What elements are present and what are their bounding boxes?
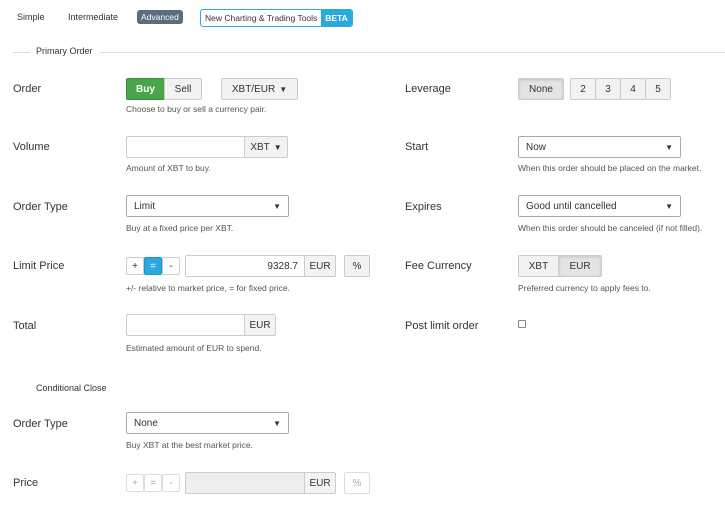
- order-type-help: Buy at a fixed price per XBT.: [126, 223, 234, 233]
- currency-pair-dropdown[interactable]: XBT/EUR ▼: [221, 78, 298, 100]
- fee-xbt-button[interactable]: XBT: [518, 255, 559, 277]
- caret-down-icon: ▼: [273, 418, 281, 428]
- new-tools-label: New Charting & Trading Tools: [205, 13, 318, 23]
- leverage-3-button[interactable]: 3: [595, 78, 621, 100]
- relative-minus-button[interactable]: -: [162, 257, 180, 275]
- limit-price-input[interactable]: 9328.7: [185, 255, 305, 277]
- close-price-input[interactable]: [185, 472, 305, 494]
- close-minus-button[interactable]: -: [162, 474, 180, 492]
- order-type-select[interactable]: Limit ▼: [126, 195, 289, 217]
- limit-price-help: +/- relative to market price, = for fixe…: [126, 283, 290, 293]
- volume-label: Volume: [13, 141, 50, 153]
- section-divider: [13, 52, 725, 53]
- close-price-label: Price: [13, 477, 39, 489]
- order-label: Order: [13, 83, 42, 95]
- leverage-none-button[interactable]: None: [518, 78, 564, 100]
- buy-button[interactable]: Buy: [126, 78, 165, 100]
- leverage-label: Leverage: [405, 83, 451, 95]
- new-charting-tools-link[interactable]: New Charting & Trading Tools BETA: [200, 9, 353, 27]
- leverage-4-button[interactable]: 4: [620, 78, 646, 100]
- leverage-2-button[interactable]: 2: [570, 78, 596, 100]
- fee-eur-button[interactable]: EUR: [558, 255, 602, 277]
- fee-currency-label: Fee Currency: [405, 260, 472, 272]
- mode-intermediate[interactable]: Intermediate: [68, 12, 118, 22]
- volume-unit-label: XBT: [250, 141, 270, 153]
- volume-help: Amount of XBT to buy.: [126, 163, 211, 173]
- close-percent-button[interactable]: %: [344, 472, 370, 494]
- limit-price-unit: EUR: [304, 255, 336, 277]
- caret-down-icon: ▼: [273, 201, 281, 211]
- currency-pair-label: XBT/EUR: [231, 83, 276, 95]
- fee-currency-help: Preferred currency to apply fees to.: [518, 283, 651, 293]
- relative-plus-button[interactable]: +: [126, 257, 144, 275]
- percent-button[interactable]: %: [344, 255, 370, 277]
- close-order-type-value: None: [134, 417, 158, 429]
- leverage-5-button[interactable]: 5: [645, 78, 671, 100]
- caret-down-icon: ▼: [273, 142, 282, 152]
- caret-down-icon: ▼: [665, 142, 673, 152]
- close-price-unit: EUR: [304, 472, 336, 494]
- expires-value: Good until cancelled: [526, 200, 617, 212]
- start-label: Start: [405, 141, 429, 153]
- close-plus-button[interactable]: +: [126, 474, 144, 492]
- start-value: Now: [526, 141, 547, 153]
- mode-simple[interactable]: Simple: [17, 12, 45, 22]
- caret-down-icon: ▼: [279, 84, 288, 94]
- volume-input[interactable]: [126, 136, 245, 158]
- sell-button[interactable]: Sell: [164, 78, 202, 100]
- post-limit-checkbox[interactable]: [518, 320, 526, 328]
- beta-badge: BETA: [321, 10, 352, 26]
- order-type-value: Limit: [134, 200, 156, 212]
- total-help: Estimated amount of EUR to spend.: [126, 343, 262, 353]
- fixed-equals-button[interactable]: =: [144, 257, 162, 275]
- mode-advanced[interactable]: Advanced: [137, 10, 183, 24]
- limit-price-label: Limit Price: [13, 260, 65, 272]
- total-unit: EUR: [244, 314, 276, 336]
- expires-help: When this order should be canceled (if n…: [518, 223, 703, 233]
- post-limit-label: Post limit order: [405, 320, 479, 332]
- total-label: Total: [13, 320, 37, 332]
- order-type-label: Order Type: [13, 201, 68, 213]
- close-order-type-help: Buy XBT at the best market price.: [126, 440, 253, 450]
- start-select[interactable]: Now ▼: [518, 136, 681, 158]
- conditional-close-legend: Conditional Close: [30, 383, 113, 393]
- volume-unit-dropdown[interactable]: XBT ▼: [244, 136, 288, 158]
- caret-down-icon: ▼: [665, 201, 673, 211]
- expires-label: Expires: [405, 201, 442, 213]
- order-help: Choose to buy or sell a currency pair.: [126, 104, 267, 114]
- close-order-type-label: Order Type: [13, 418, 68, 430]
- start-help: When this order should be placed on the …: [518, 163, 702, 173]
- close-order-type-select[interactable]: None ▼: [126, 412, 289, 434]
- expires-select[interactable]: Good until cancelled ▼: [518, 195, 681, 217]
- total-input[interactable]: [126, 314, 245, 336]
- close-equals-button[interactable]: =: [144, 474, 162, 492]
- primary-order-legend: Primary Order: [30, 46, 99, 56]
